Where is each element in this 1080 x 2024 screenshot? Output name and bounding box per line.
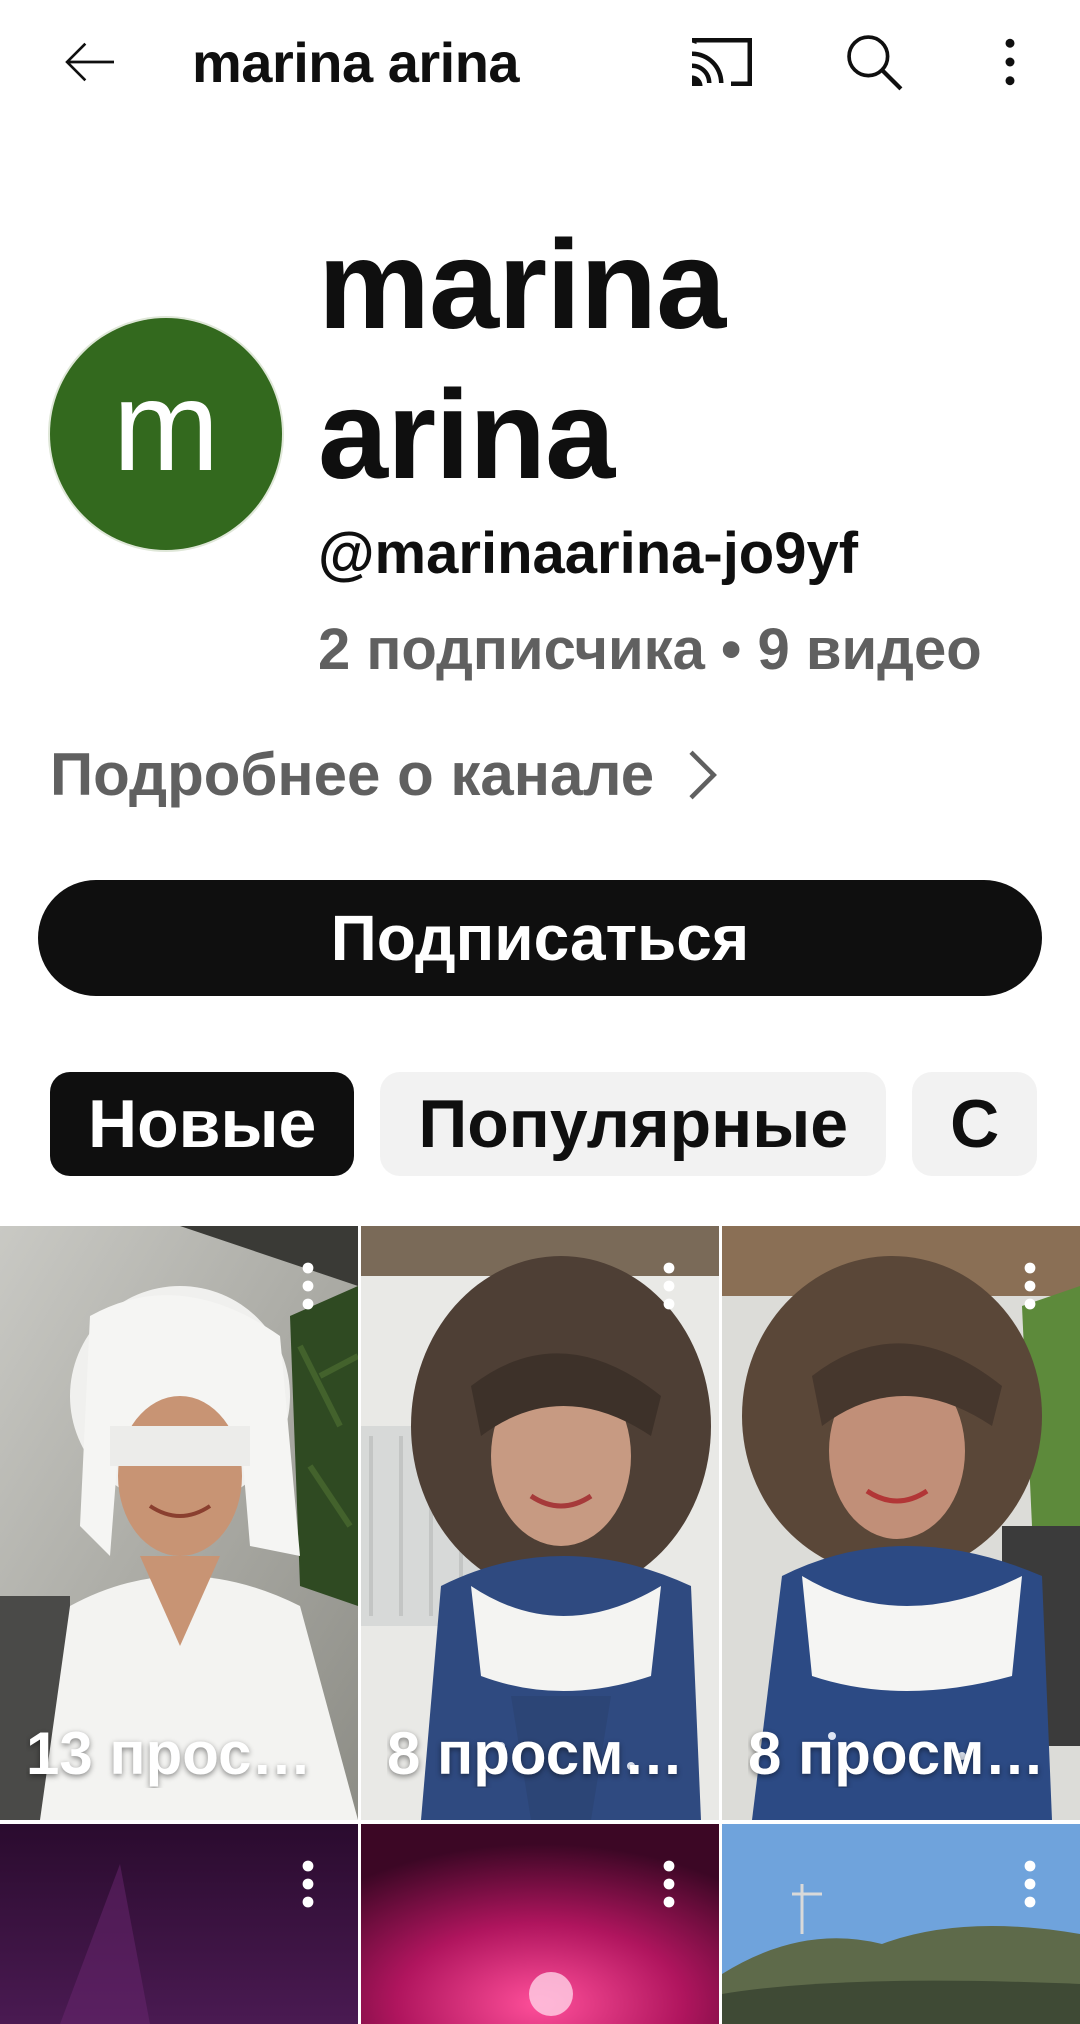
- short-tile[interactable]: [0, 1824, 358, 2024]
- channel-avatar[interactable]: m: [50, 318, 282, 550]
- cast-icon: [692, 38, 752, 86]
- arrow-back-icon: [65, 42, 114, 82]
- short-tile[interactable]: 13 прос…: [0, 1226, 358, 1820]
- more-about-channel-link[interactable]: Подробнее о канале: [50, 740, 724, 809]
- channel-name: marina arina: [318, 214, 726, 505]
- more-vert-icon: [1005, 38, 1015, 86]
- avatar-letter: m: [112, 355, 220, 498]
- channel-handle: @marinaarina-jo9yf: [318, 521, 859, 586]
- more-options-button[interactable]: [962, 14, 1058, 110]
- short-view-count: 8 просм…: [748, 1720, 1045, 1787]
- short-tile[interactable]: [361, 1824, 719, 2024]
- search-icon: [847, 35, 903, 91]
- more-about-label: Подробнее о канале: [50, 741, 655, 808]
- more-vert-icon: [663, 1860, 675, 1908]
- short-more-button[interactable]: [649, 1256, 689, 1316]
- chip-newest[interactable]: Новые: [50, 1072, 355, 1176]
- short-tile[interactable]: 8 просм…: [361, 1226, 719, 1820]
- more-vert-icon: [663, 1262, 675, 1310]
- short-more-button[interactable]: [1010, 1256, 1050, 1316]
- short-view-count: 13 прос…: [26, 1720, 312, 1787]
- short-view-count: 8 просм…: [387, 1720, 684, 1787]
- short-tile[interactable]: [722, 1824, 1080, 2024]
- sort-chips: Новые Популярные С: [50, 1072, 1042, 1176]
- top-app-bar: marina arina: [0, 0, 1080, 124]
- channel-stats: 2 подписчика • 9 видео: [318, 617, 982, 682]
- short-more-button[interactable]: [649, 1854, 689, 1914]
- short-more-button[interactable]: [1010, 1854, 1050, 1914]
- short-more-button[interactable]: [288, 1256, 328, 1316]
- search-button[interactable]: [826, 14, 922, 110]
- short-more-button[interactable]: [288, 1854, 328, 1914]
- short-tile[interactable]: 8 просм…: [722, 1226, 1080, 1820]
- cast-button[interactable]: [674, 14, 770, 110]
- back-button[interactable]: [42, 14, 138, 110]
- more-vert-icon: [302, 1860, 314, 1908]
- shorts-grid: 13 прос… 8 просм… 8 просм…: [0, 1226, 1080, 2024]
- chevron-right-icon: [689, 750, 718, 799]
- more-vert-icon: [1024, 1860, 1036, 1908]
- subscribe-button[interactable]: Подписаться: [38, 880, 1042, 996]
- more-vert-icon: [302, 1262, 314, 1310]
- topbar-title: marina arina: [192, 31, 520, 94]
- chip-popular[interactable]: Популярные: [380, 1072, 887, 1176]
- more-vert-icon: [1024, 1262, 1036, 1310]
- chip-oldest[interactable]: С: [912, 1072, 1038, 1176]
